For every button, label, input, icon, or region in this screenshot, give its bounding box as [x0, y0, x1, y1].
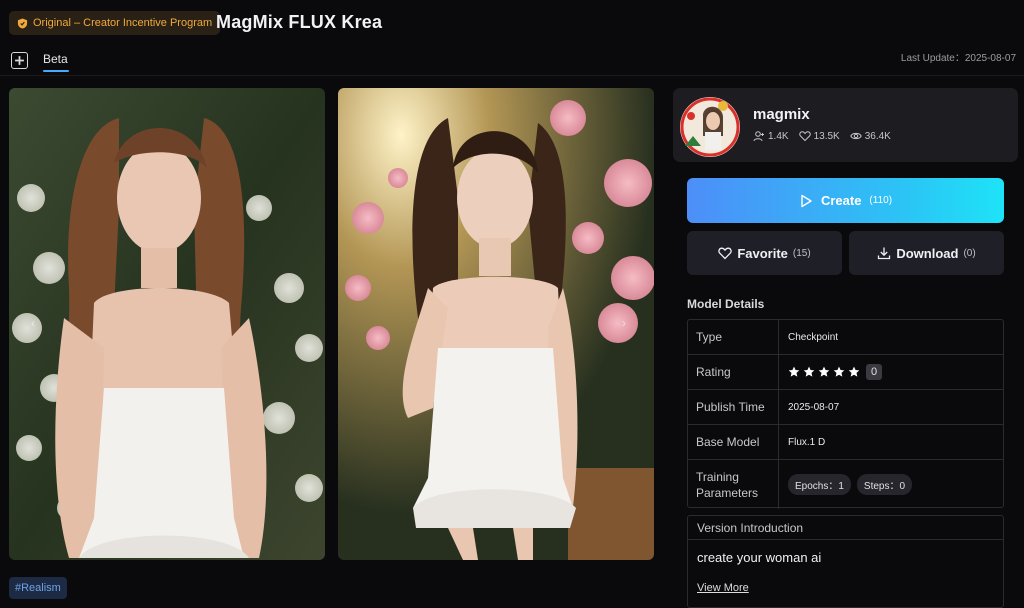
- likes-stat: 13.5K: [798, 130, 840, 142]
- views-stat: 36.4K: [849, 130, 891, 142]
- preview-image-2[interactable]: [338, 88, 654, 560]
- detail-value: 2025-08-07: [788, 401, 840, 413]
- detail-value: Checkpoint: [788, 331, 839, 343]
- creator-card: [673, 88, 1018, 162]
- favorite-count: (15): [792, 247, 811, 259]
- eye-icon: [849, 132, 862, 140]
- avatar[interactable]: [679, 96, 741, 158]
- training-label-line-2: Parameters: [696, 485, 759, 500]
- star-icon: [833, 366, 845, 377]
- model-details-title: Model Details: [687, 297, 765, 311]
- favorite-label: Favorite: [737, 245, 788, 261]
- plus-icon: [15, 56, 24, 65]
- steps-pill: Steps：0: [856, 474, 913, 495]
- detail-value: 0: [779, 355, 1003, 389]
- detail-row-publish: Publish Time 2025-08-07: [688, 390, 1003, 425]
- active-tab-indicator: [43, 70, 69, 72]
- preview-image-1-art: [9, 88, 325, 560]
- favorite-button[interactable]: Favorite (15): [687, 231, 842, 275]
- creator-name[interactable]: magmix: [753, 106, 810, 123]
- detail-row-type: Type Checkpoint: [688, 320, 1003, 355]
- tab-beta[interactable]: Beta: [43, 52, 68, 66]
- training-label-line-1: Training: [696, 469, 739, 484]
- create-count: (110): [869, 195, 893, 206]
- add-version-button[interactable]: [11, 52, 28, 69]
- download-count: (0): [963, 247, 976, 259]
- download-button[interactable]: Download (0): [849, 231, 1004, 275]
- tag-realism[interactable]: #Realism: [9, 577, 67, 599]
- star-icon: [788, 366, 800, 377]
- detail-key: Type: [688, 320, 779, 354]
- detail-value: Epochs：1 Steps：0: [779, 460, 1003, 509]
- likes-count: 13.5K: [813, 130, 840, 142]
- download-icon: [878, 247, 891, 260]
- detail-value: Flux.1 D: [788, 436, 826, 448]
- star-icon: [848, 366, 860, 377]
- creator-program-badge[interactable]: Original – Creator Incentive Program: [9, 11, 221, 35]
- views-count: 36.4K: [864, 130, 891, 142]
- last-update: Last Update：2025-08-07: [900, 53, 1016, 64]
- detail-key: Rating: [688, 355, 779, 389]
- detail-key: Training Parameters: [688, 460, 779, 509]
- star-icon: [818, 366, 830, 377]
- preview-image-1[interactable]: [9, 88, 325, 560]
- download-label: Download: [896, 245, 959, 261]
- detail-row-training: Training Parameters Epochs：1 Steps：0: [688, 460, 1003, 509]
- heart-icon: [718, 247, 733, 260]
- epochs-pill: Epochs：1: [788, 474, 851, 495]
- followers-stat: 1.4K: [753, 130, 789, 142]
- play-icon: [801, 194, 812, 207]
- view-more-link[interactable]: View More: [697, 582, 749, 594]
- version-introduction: Version Introduction create your woman a…: [687, 515, 1004, 608]
- rating-stars[interactable]: [788, 366, 860, 378]
- star-icon: [803, 366, 815, 377]
- heart-icon: [798, 131, 811, 142]
- model-details-table: Type Checkpoint Rating 0 Publish Time 20…: [687, 319, 1004, 509]
- version-introduction-text: create your woman ai: [697, 550, 822, 565]
- detail-key: Base Model: [688, 425, 779, 459]
- training-label: Training Parameters: [696, 469, 758, 501]
- detail-key: Publish Time: [688, 390, 779, 424]
- detail-row-base-model: Base Model Flux.1 D: [688, 425, 1003, 460]
- preview-image-2-art: [338, 88, 654, 560]
- page-title: MagMix FLUX Krea: [216, 12, 383, 32]
- user-plus-icon: [753, 131, 764, 142]
- gallery-prev-arrow[interactable]: ‹: [31, 316, 35, 330]
- create-button[interactable]: Create (110): [687, 178, 1004, 223]
- gallery-next-arrow[interactable]: ›: [622, 316, 626, 330]
- creator-stats: 1.4K 13.5K 36.4K: [753, 130, 891, 142]
- create-label: Create: [820, 193, 862, 208]
- badge-label: Original – Creator Incentive Program: [33, 17, 213, 29]
- header-divider: [0, 75, 1024, 76]
- rating-count: 0: [866, 364, 883, 380]
- followers-count: 1.4K: [768, 130, 789, 142]
- version-introduction-title: Version Introduction: [688, 516, 1003, 540]
- detail-row-rating: Rating 0: [688, 355, 1003, 390]
- shield-icon: [17, 17, 28, 29]
